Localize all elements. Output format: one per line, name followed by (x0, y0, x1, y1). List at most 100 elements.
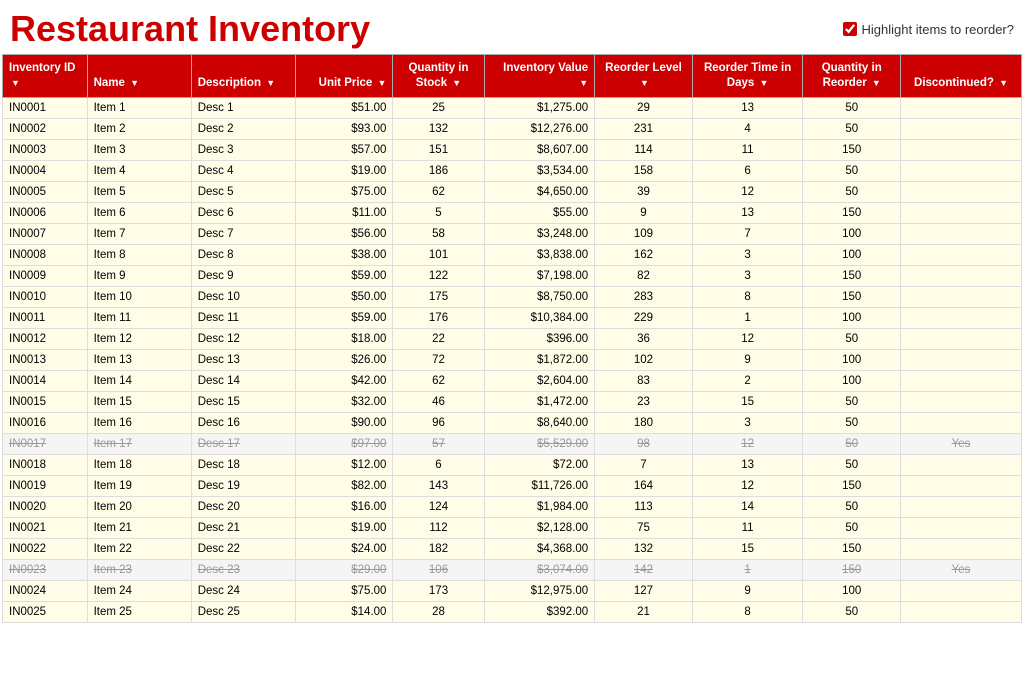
filter-arrow-qty_reorder[interactable]: ▼ (872, 78, 881, 90)
cell-desc: Desc 5 (191, 181, 295, 202)
cell-discontinued (901, 412, 1022, 433)
cell-qty_stock: 46 (393, 391, 484, 412)
filter-arrow-qty_stock[interactable]: ▼ (452, 78, 461, 90)
cell-inv_value: $2,128.00 (484, 517, 595, 538)
cell-discontinued (901, 454, 1022, 475)
cell-qty_stock: 5 (393, 202, 484, 223)
cell-qty_stock: 62 (393, 181, 484, 202)
cell-reorder_level: 158 (595, 160, 693, 181)
col-header-desc[interactable]: Description ▼ (191, 55, 295, 98)
cell-inv_value: $10,384.00 (484, 307, 595, 328)
filter-arrow-desc[interactable]: ▼ (266, 78, 275, 90)
table-row: IN0003Item 3Desc 3$57.00151$8,607.001141… (3, 139, 1022, 160)
cell-price: $97.00 (295, 433, 393, 454)
cell-id: IN0022 (3, 538, 88, 559)
cell-reorder_time: 12 (692, 475, 803, 496)
cell-price: $16.00 (295, 496, 393, 517)
table-row: IN0012Item 12Desc 12$18.0022$396.0036125… (3, 328, 1022, 349)
cell-discontinued (901, 496, 1022, 517)
cell-name: Item 16 (87, 412, 191, 433)
cell-qty_stock: 176 (393, 307, 484, 328)
cell-desc: Desc 22 (191, 538, 295, 559)
col-header-inv_value[interactable]: Inventory Value ▼ (484, 55, 595, 98)
cell-name: Item 5 (87, 181, 191, 202)
cell-desc: Desc 20 (191, 496, 295, 517)
cell-inv_value: $2,604.00 (484, 370, 595, 391)
cell-desc: Desc 12 (191, 328, 295, 349)
cell-desc: Desc 1 (191, 97, 295, 118)
cell-discontinued (901, 307, 1022, 328)
col-header-qty_stock[interactable]: Quantity in Stock ▼ (393, 55, 484, 98)
cell-qty_stock: 132 (393, 118, 484, 139)
cell-id: IN0002 (3, 118, 88, 139)
cell-reorder_time: 6 (692, 160, 803, 181)
cell-qty_reorder: 50 (803, 496, 901, 517)
cell-name: Item 22 (87, 538, 191, 559)
filter-arrow-reorder_level[interactable]: ▼ (640, 78, 649, 90)
cell-desc: Desc 2 (191, 118, 295, 139)
cell-id: IN0012 (3, 328, 88, 349)
cell-price: $82.00 (295, 475, 393, 496)
cell-name: Item 1 (87, 97, 191, 118)
cell-desc: Desc 25 (191, 601, 295, 622)
col-header-reorder_level[interactable]: Reorder Level ▼ (595, 55, 693, 98)
col-header-discontinued[interactable]: Discontinued? ▼ (901, 55, 1022, 98)
cell-desc: Desc 18 (191, 454, 295, 475)
cell-name: Item 23 (87, 559, 191, 580)
cell-reorder_level: 283 (595, 286, 693, 307)
filter-arrow-discontinued[interactable]: ▼ (999, 78, 1008, 90)
cell-name: Item 7 (87, 223, 191, 244)
cell-inv_value: $5,529.00 (484, 433, 595, 454)
col-header-price[interactable]: Unit Price ▼ (295, 55, 393, 98)
cell-price: $57.00 (295, 139, 393, 160)
col-header-name[interactable]: Name ▼ (87, 55, 191, 98)
cell-discontinued (901, 370, 1022, 391)
cell-inv_value: $3,534.00 (484, 160, 595, 181)
filter-arrow-id[interactable]: ▼ (11, 78, 20, 90)
cell-discontinued: Yes (901, 433, 1022, 454)
cell-discontinued (901, 538, 1022, 559)
cell-qty_reorder: 50 (803, 601, 901, 622)
cell-desc: Desc 15 (191, 391, 295, 412)
cell-qty_reorder: 150 (803, 265, 901, 286)
filter-arrow-inv_value[interactable]: ▼ (579, 78, 588, 90)
col-header-id[interactable]: Inventory ID ▼ (3, 55, 88, 98)
table-row: IN0004Item 4Desc 4$19.00186$3,534.001586… (3, 160, 1022, 181)
cell-reorder_time: 9 (692, 349, 803, 370)
cell-id: IN0005 (3, 181, 88, 202)
filter-arrow-reorder_time[interactable]: ▼ (759, 78, 768, 90)
cell-qty_stock: 22 (393, 328, 484, 349)
col-header-reorder_time[interactable]: Reorder Time in Days ▼ (692, 55, 803, 98)
cell-qty_stock: 124 (393, 496, 484, 517)
table-row: IN0025Item 25Desc 25$14.0028$392.0021850 (3, 601, 1022, 622)
cell-discontinued (901, 328, 1022, 349)
cell-name: Item 3 (87, 139, 191, 160)
cell-price: $29.00 (295, 559, 393, 580)
cell-inv_value: $1,275.00 (484, 97, 595, 118)
cell-desc: Desc 6 (191, 202, 295, 223)
cell-reorder_level: 113 (595, 496, 693, 517)
filter-arrow-price[interactable]: ▼ (378, 78, 387, 90)
cell-price: $19.00 (295, 517, 393, 538)
highlight-label[interactable]: Highlight items to reorder? (862, 22, 1014, 37)
cell-qty_reorder: 150 (803, 286, 901, 307)
table-row: IN0016Item 16Desc 16$90.0096$8,640.00180… (3, 412, 1022, 433)
cell-inv_value: $4,368.00 (484, 538, 595, 559)
cell-reorder_level: 7 (595, 454, 693, 475)
filter-arrow-name[interactable]: ▼ (130, 78, 139, 90)
cell-price: $11.00 (295, 202, 393, 223)
cell-name: Item 11 (87, 307, 191, 328)
cell-reorder_time: 15 (692, 391, 803, 412)
cell-price: $50.00 (295, 286, 393, 307)
table-row: IN0019Item 19Desc 19$82.00143$11,726.001… (3, 475, 1022, 496)
cell-reorder_level: 75 (595, 517, 693, 538)
cell-inv_value: $3,248.00 (484, 223, 595, 244)
highlight-checkbox[interactable] (843, 22, 857, 36)
cell-discontinued (901, 475, 1022, 496)
cell-price: $38.00 (295, 244, 393, 265)
col-header-qty_reorder[interactable]: Quantity in Reorder ▼ (803, 55, 901, 98)
cell-name: Item 21 (87, 517, 191, 538)
table-row: IN0020Item 20Desc 20$16.00124$1,984.0011… (3, 496, 1022, 517)
cell-discontinued (901, 181, 1022, 202)
cell-reorder_level: 98 (595, 433, 693, 454)
